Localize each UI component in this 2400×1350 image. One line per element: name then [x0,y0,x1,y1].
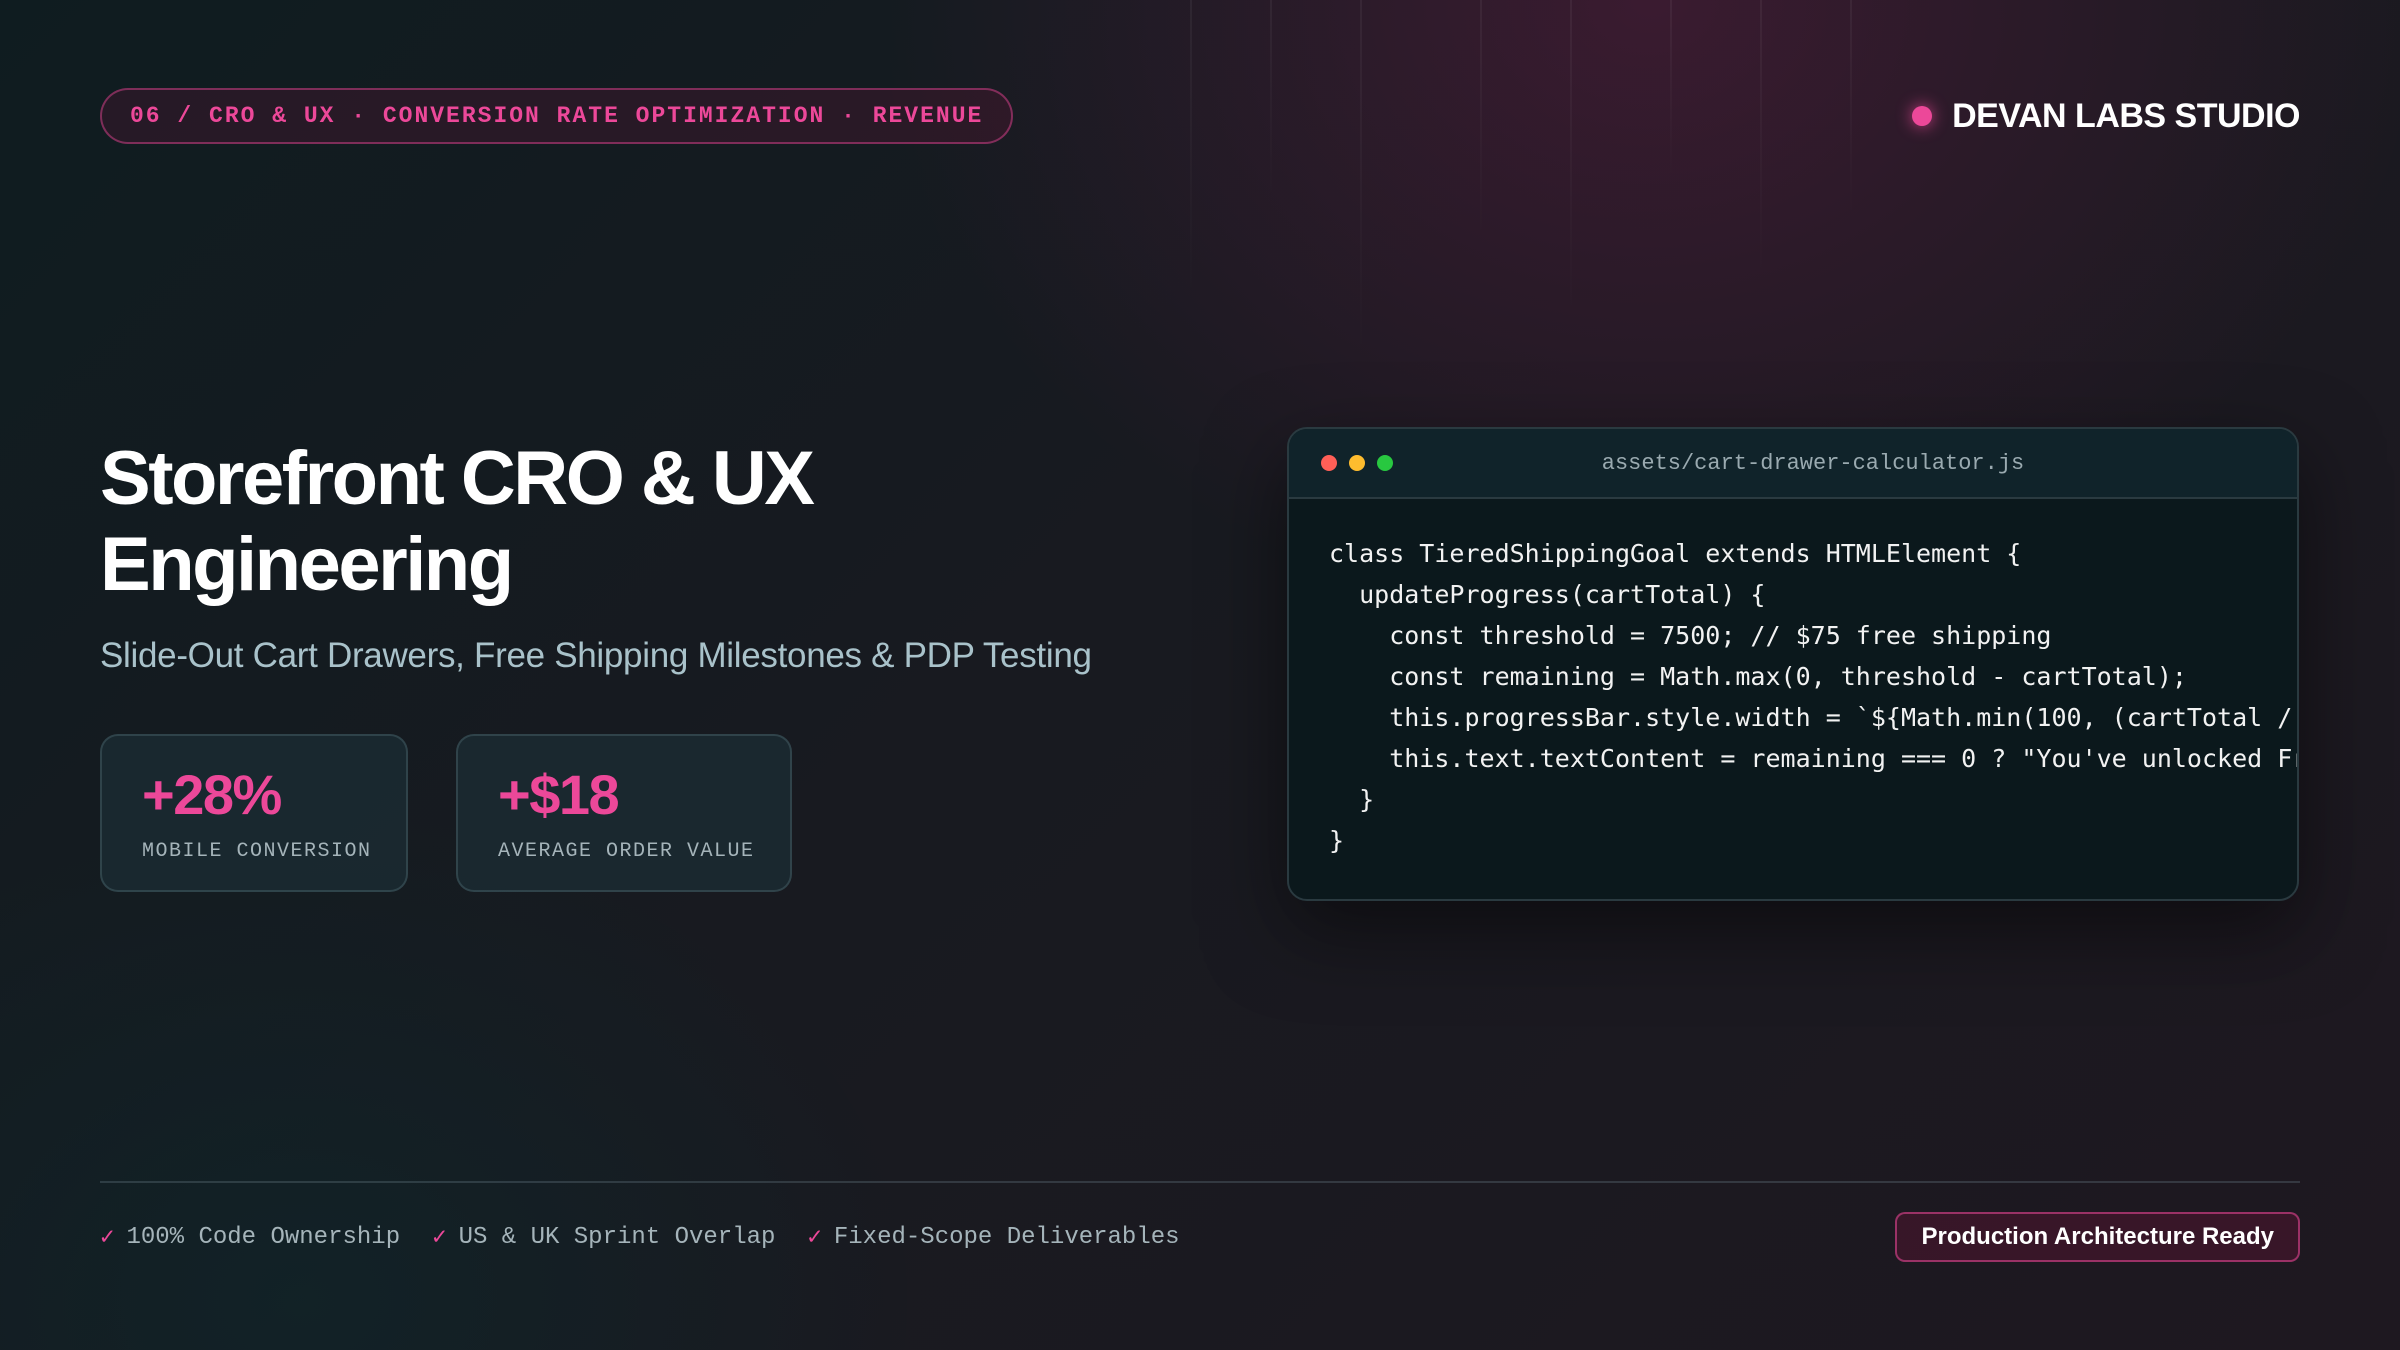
brand-name: DEVAN LABS STUDIO [1952,96,2300,135]
stats-row: +28% MOBILE CONVERSION +$18 AVERAGE ORDE… [100,734,792,892]
stat-label: MOBILE CONVERSION [142,840,372,863]
code-line: } [1329,826,1345,855]
stat-value: +$18 [498,763,620,826]
code-line: class TieredShippingGoal extends HTMLEle… [1329,539,2022,568]
title-line-1: Storefront CRO & UX [100,436,815,521]
production-ready-badge: Production Architecture Ready [1895,1212,2300,1262]
brand-dot-icon [1912,106,1933,126]
background-code-rain [1150,0,1950,420]
code-line: this.progressBar.style.width = `${Math.m… [1389,703,2293,732]
code-line: this.text.textContent = remaining === 0 … [1389,744,2297,773]
window-controls [1321,455,1393,471]
stat-value: +28% [142,763,282,826]
stat-label: AVERAGE ORDER VALUE [498,840,755,863]
page-subtitle: Slide-Out Cart Drawers, Free Shipping Mi… [100,636,1092,675]
code-body: class TieredShippingGoal extends HTMLEle… [1289,499,2297,861]
feature-label: US & UK Sprint Overlap [458,1223,776,1251]
code-line: updateProgress(cartTotal) { [1329,580,1766,609]
code-line: const remaining = Math.max(0, threshold … [1329,662,2187,691]
code-filename: assets/cart-drawer-calculator.js [1601,450,2025,476]
check-icon: ✓ [432,1225,447,1252]
page-title: Storefront CRO & UX Engineering [100,436,1100,608]
check-icon: ✓ [807,1225,822,1252]
close-dot-icon [1321,455,1337,471]
feature-list: ✓ 100% Code Ownership ✓ US & UK Sprint O… [100,1222,1180,1253]
code-line: const threshold = 7500; // $75 free ship… [1329,621,2052,650]
code-window: assets/cart-drawer-calculator.js class T… [1287,427,2299,901]
stat-card-average-order-value: +$18 AVERAGE ORDER VALUE [456,734,792,892]
maximize-dot-icon [1377,455,1393,471]
minimize-dot-icon [1349,455,1365,471]
feature-item: ✓ Fixed-Scope Deliverables [807,1222,1180,1253]
feature-label: 100% Code Ownership [126,1223,401,1251]
section-tag: 06 / CRO & UX · CONVERSION RATE OPTIMIZA… [100,88,1014,144]
feature-item: ✓ US & UK Sprint Overlap [432,1222,776,1253]
brand: DEVAN LABS STUDIO [1912,92,2300,140]
footer-divider [100,1181,2300,1183]
feature-item: ✓ 100% Code Ownership [100,1222,401,1253]
check-icon: ✓ [100,1225,115,1252]
stat-card-mobile-conversion: +28% MOBILE CONVERSION [100,734,408,892]
code-line: } [1329,785,1375,814]
code-window-header: assets/cart-drawer-calculator.js [1289,429,2297,499]
feature-label: Fixed-Scope Deliverables [833,1223,1180,1251]
title-line-2: Engineering [100,522,514,607]
